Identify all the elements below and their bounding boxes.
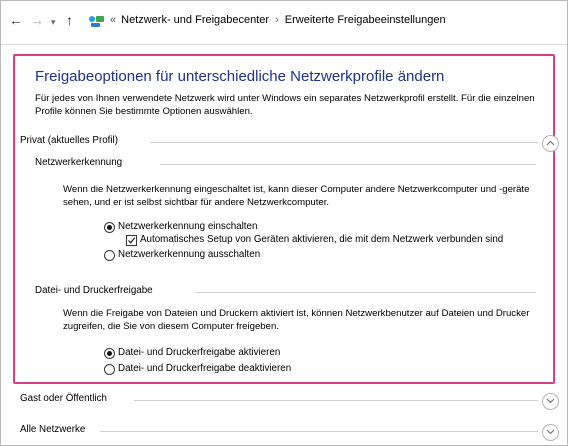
network-discovery-off-label[interactable]: Netzwerkerkennung ausschalten bbox=[118, 249, 260, 261]
control-panel-icon bbox=[89, 16, 104, 27]
network-discovery-off-radio[interactable] bbox=[104, 250, 115, 261]
profile-guest-label[interactable]: Gast oder Öffentlich bbox=[20, 393, 107, 404]
network-discovery-on-label[interactable]: Netzwerkerkennung einschalten bbox=[118, 221, 257, 233]
chevron-down-icon bbox=[546, 429, 555, 435]
network-discovery-heading: Netzwerkerkennung bbox=[35, 157, 123, 168]
file-printer-off-label[interactable]: Datei- und Druckerfreigabe deaktivieren bbox=[118, 363, 291, 375]
profile-guest-divider bbox=[134, 400, 538, 401]
auto-setup-label[interactable]: Automatisches Setup von Geräten aktivier… bbox=[140, 234, 503, 246]
collapse-private-button[interactable] bbox=[542, 135, 559, 152]
auto-setup-checkbox[interactable] bbox=[126, 235, 137, 246]
file-printer-divider bbox=[196, 292, 536, 293]
profile-all-label[interactable]: Alle Netzwerke bbox=[20, 424, 85, 435]
network-discovery-text: Wenn die Netzwerkerkennung eingeschaltet… bbox=[63, 184, 530, 208]
recent-locations-chevron-icon[interactable]: ▾ bbox=[51, 14, 56, 30]
up-arrow-icon[interactable]: ↑ bbox=[66, 12, 73, 28]
expand-guest-button[interactable] bbox=[542, 393, 559, 410]
breadcrumb-advanced-sharing[interactable]: Erweiterte Freigabeeinstellungen bbox=[285, 14, 446, 26]
file-printer-text: Wenn die Freigabe von Dateien und Drucke… bbox=[63, 308, 530, 332]
file-printer-on-radio[interactable] bbox=[104, 348, 115, 359]
breadcrumb-overflow[interactable]: « bbox=[110, 14, 116, 26]
back-arrow-icon[interactable]: ← bbox=[9, 12, 23, 28]
breadcrumb-separator-icon[interactable]: › bbox=[275, 14, 279, 26]
chevron-up-icon bbox=[546, 140, 555, 146]
page-title: Freigabeoptionen für unterschiedliche Ne… bbox=[35, 68, 445, 85]
breadcrumb: « Netzwerk- und Freigabecenter › Erweiterte… bbox=[110, 14, 446, 27]
file-printer-on-label[interactable]: Datei- und Druckerfreigabe aktivieren bbox=[118, 347, 280, 359]
profile-private-divider bbox=[150, 142, 538, 143]
file-printer-off-radio[interactable] bbox=[104, 364, 115, 375]
expand-all-button[interactable] bbox=[542, 424, 559, 441]
checkmark-icon bbox=[128, 237, 136, 244]
network-discovery-divider bbox=[160, 164, 536, 165]
profile-private-label[interactable]: Privat (aktuelles Profil) bbox=[20, 135, 118, 146]
network-discovery-on-radio[interactable] bbox=[104, 222, 115, 233]
breadcrumb-network-center[interactable]: Netzwerk- und Freigabecenter bbox=[121, 14, 269, 26]
page-description: Für jedes von Ihnen verwendete Netzwerk … bbox=[35, 93, 535, 117]
file-printer-heading: Datei- und Druckerfreigabe bbox=[35, 285, 153, 296]
profile-all-divider bbox=[100, 431, 538, 432]
forward-arrow-icon[interactable]: → bbox=[30, 12, 44, 28]
chevron-down-icon bbox=[546, 398, 555, 404]
